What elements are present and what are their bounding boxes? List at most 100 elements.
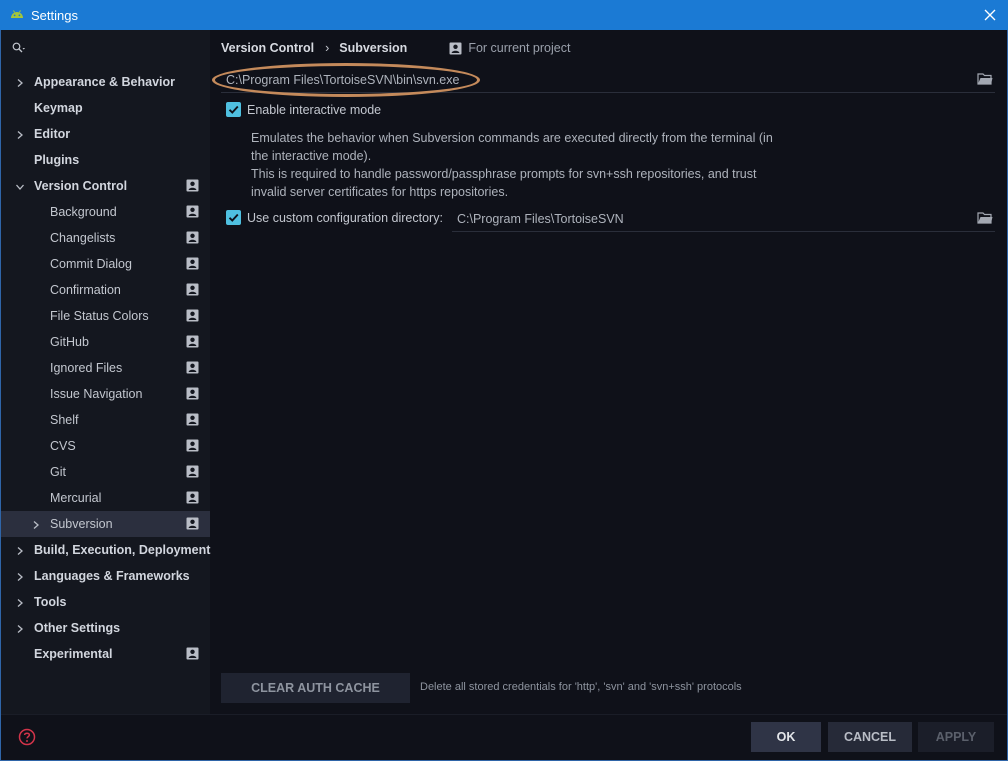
chevron-down-icon[interactable] xyxy=(15,181,25,191)
sidebar-item-label: CVS xyxy=(50,439,76,453)
breadcrumb-parent[interactable]: Version Control xyxy=(221,41,314,55)
sidebar-item-label: Confirmation xyxy=(50,283,121,297)
sidebar-item-label: Build, Execution, Deployment xyxy=(34,543,211,557)
project-scope-icon xyxy=(186,465,199,478)
interactive-description-line-2: the interactive mode). xyxy=(251,149,372,163)
chevron-right-icon[interactable] xyxy=(15,77,25,87)
sidebar-item-label: Git xyxy=(50,465,66,479)
chevron-right-icon[interactable] xyxy=(15,597,25,607)
sidebar-item-label: Issue Navigation xyxy=(50,387,143,401)
project-scope-icon xyxy=(186,309,199,322)
svn-executable-input[interactable] xyxy=(226,71,946,89)
sidebar-item-label: Tools xyxy=(34,595,67,609)
custom-config-dir-label[interactable]: Use custom configuration directory: xyxy=(247,211,443,225)
project-scope-icon xyxy=(186,491,199,504)
project-scope-icon xyxy=(186,257,199,270)
project-scope-icon xyxy=(186,231,199,244)
settings-sidebar: Appearance & Behavior Keymap Editor Plugins… xyxy=(1,30,210,714)
chevron-right-icon[interactable] xyxy=(31,519,41,529)
project-scope-icon xyxy=(186,361,199,374)
sidebar-item-shelf[interactable]: Shelf xyxy=(1,407,210,433)
sidebar-item-tools[interactable]: Tools xyxy=(1,589,210,615)
browse-folder-icon[interactable] xyxy=(977,72,993,86)
sidebar-item-mercurial[interactable]: Mercurial xyxy=(1,485,210,511)
sidebar-item-github[interactable]: GitHub xyxy=(1,329,210,355)
checkmark-icon xyxy=(228,213,239,222)
interactive-description-line-1: Emulates the behavior when Subversion co… xyxy=(251,131,773,145)
sidebar-item-label: Shelf xyxy=(50,413,79,427)
project-scope-icon xyxy=(186,517,199,530)
sidebar-item-cvs[interactable]: CVS xyxy=(1,433,210,459)
sidebar-item-changelists[interactable]: Changelists xyxy=(1,225,210,251)
close-icon[interactable] xyxy=(982,7,998,23)
sidebar-item-version-control[interactable]: Version Control xyxy=(1,173,210,199)
window-title: Settings xyxy=(31,7,78,23)
chevron-right-icon[interactable] xyxy=(15,129,25,139)
scope-label: For current project xyxy=(468,41,571,55)
interactive-description-line-3: This is required to handle password/pass… xyxy=(251,167,757,181)
search-icon xyxy=(12,42,25,53)
sidebar-item-label: Ignored Files xyxy=(50,361,123,375)
sidebar-item-label: Mercurial xyxy=(50,491,102,505)
breadcrumb-separator: › xyxy=(325,41,330,55)
sidebar-item-label: Commit Dialog xyxy=(50,257,132,271)
clear-auth-cache-button[interactable]: CLEAR AUTH CACHE xyxy=(221,673,410,703)
sidebar-item-ignored-files[interactable]: Ignored Files xyxy=(1,355,210,381)
cancel-button[interactable]: CANCEL xyxy=(828,722,912,752)
sidebar-item-label: Version Control xyxy=(34,179,128,193)
sidebar-item-label: File Status Colors xyxy=(50,309,149,323)
clear-auth-cache-note: Delete all stored credentials for 'http'… xyxy=(420,681,742,693)
custom-config-dir-field xyxy=(452,208,995,232)
footer-divider xyxy=(1,714,1007,715)
sidebar-item-label: GitHub xyxy=(50,335,89,349)
sidebar-item-other-settings[interactable]: Other Settings xyxy=(1,615,210,641)
sidebar-item-label: Subversion xyxy=(50,517,113,531)
custom-config-dir-checkbox[interactable] xyxy=(226,210,241,225)
project-scope-icon xyxy=(186,179,199,192)
sidebar-item-plugins[interactable]: Plugins xyxy=(1,147,210,173)
checkmark-icon xyxy=(228,105,239,114)
project-scope-icon xyxy=(186,205,199,218)
project-scope-icon xyxy=(186,335,199,348)
sidebar-item-experimental[interactable]: Experimental xyxy=(1,641,210,667)
browse-folder-icon[interactable] xyxy=(977,211,993,225)
breadcrumb-current: Subversion xyxy=(339,41,408,55)
apply-button[interactable]: APPLY xyxy=(918,722,994,752)
chevron-right-icon[interactable] xyxy=(15,623,25,633)
sidebar-item-appearance-behavior[interactable]: Appearance & Behavior xyxy=(1,69,210,95)
sidebar-item-label: Background xyxy=(50,205,117,219)
sidebar-item-background[interactable]: Background xyxy=(1,199,210,225)
sidebar-item-git[interactable]: Git xyxy=(1,459,210,485)
ok-button[interactable]: OK xyxy=(751,722,821,752)
sidebar-item-confirmation[interactable]: Confirmation xyxy=(1,277,210,303)
search-input[interactable] xyxy=(33,39,203,59)
sidebar-item-label: Experimental xyxy=(34,647,113,661)
help-icon[interactable] xyxy=(18,728,36,746)
sidebar-item-build-execution-deployment[interactable]: Build, Execution, Deployment xyxy=(1,537,210,563)
project-scope-icon xyxy=(186,283,199,296)
interactive-description-line-4: invalid server certificates for https re… xyxy=(251,185,509,199)
sidebar-item-label: Changelists xyxy=(50,231,116,245)
interactive-mode-checkbox[interactable] xyxy=(226,102,241,117)
project-scope-icon xyxy=(186,647,199,660)
search-row xyxy=(1,36,210,62)
sidebar-item-file-status-colors[interactable]: File Status Colors xyxy=(1,303,210,329)
chevron-right-icon[interactable] xyxy=(15,571,25,581)
sidebar-item-languages-frameworks[interactable]: Languages & Frameworks xyxy=(1,563,210,589)
sidebar-item-editor[interactable]: Editor xyxy=(1,121,210,147)
custom-config-dir-input[interactable] xyxy=(457,210,957,228)
project-scope-icon xyxy=(186,387,199,400)
sidebar-item-subversion[interactable]: Subversion xyxy=(1,511,210,537)
project-scope-icon xyxy=(449,42,462,54)
chevron-right-icon[interactable] xyxy=(15,545,25,555)
sidebar-item-label: Editor xyxy=(34,127,71,141)
sidebar-item-label: Languages & Frameworks xyxy=(34,569,190,583)
sidebar-item-issue-navigation[interactable]: Issue Navigation xyxy=(1,381,210,407)
sidebar-item-label: Plugins xyxy=(34,153,80,167)
project-scope-icon xyxy=(186,413,199,426)
android-icon xyxy=(11,10,23,18)
interactive-mode-label[interactable]: Enable interactive mode xyxy=(247,103,381,117)
svn-executable-field xyxy=(221,69,995,93)
sidebar-item-keymap[interactable]: Keymap xyxy=(1,95,210,121)
sidebar-item-commit-dialog[interactable]: Commit Dialog xyxy=(1,251,210,277)
